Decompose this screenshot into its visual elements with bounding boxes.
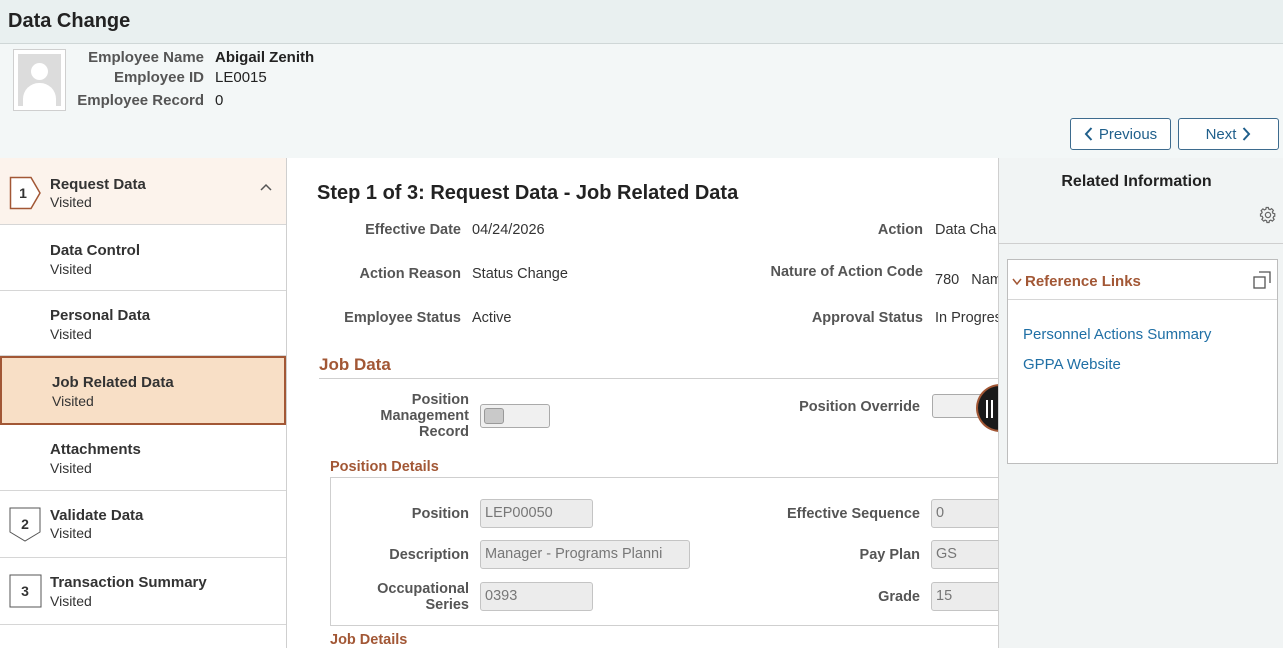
position-override-label: Position Override (799, 399, 920, 415)
nav-item-label: Attachments (50, 441, 141, 458)
reference-links-title: Reference Links (1025, 273, 1141, 290)
effective-date-value: 04/24/2026 (472, 222, 545, 238)
nature-of-action-code-label: Nature of Action Code (770, 264, 923, 280)
action-label: Action (877, 222, 923, 238)
grade-label: Grade (878, 589, 920, 605)
position-management-record-toggle[interactable] (480, 404, 550, 428)
nav-item-job-related-data[interactable]: Job Related Data Visited (0, 356, 286, 425)
gear-icon[interactable] (1259, 206, 1277, 224)
description-label: Description (389, 547, 469, 563)
previous-button[interactable]: Previous (1070, 118, 1171, 150)
expand-icon[interactable] (1253, 271, 1271, 289)
chevron-up-icon[interactable] (260, 183, 272, 191)
related-information-panel: Related Information Reference Links Pers… (998, 158, 1283, 648)
approval-status-label: Approval Status (811, 310, 923, 326)
nav-item-label: Personal Data (50, 307, 151, 324)
employee-record: 0 (215, 92, 224, 109)
nav-item-personal-data[interactable]: Personal Data Visited (0, 291, 286, 356)
main-content: Step 1 of 3: Request Data - Job Related … (287, 158, 999, 648)
nav-item-status: Visited (52, 393, 94, 409)
description-field[interactable]: Manager - Programs Planni (480, 540, 690, 569)
pay-plan-label: Pay Plan (859, 547, 920, 563)
svg-text:1: 1 (19, 185, 27, 201)
title-bar: Data Change (0, 0, 1283, 44)
employee-status-label: Employee Status (344, 310, 461, 326)
section-divider (319, 378, 999, 379)
related-information-title: Related Information (1061, 173, 1212, 190)
effective-sequence-field[interactable]: 0 (931, 499, 999, 528)
employee-name-label: Employee Name (88, 49, 204, 66)
gppa-website-link[interactable]: GPPA Website (1023, 356, 1121, 373)
nav-item-label: Job Related Data (52, 374, 174, 391)
nav-item-attachments[interactable]: Attachments Visited (0, 425, 286, 491)
occupational-series-label: Occupational Series (377, 581, 469, 613)
step-3-badge: 3 (9, 574, 42, 608)
step-navigation: 1 Request Data Visited Data Control Visi… (0, 158, 287, 648)
nav-item-status: Visited (50, 261, 92, 277)
next-label: Next (1205, 125, 1237, 143)
reference-links-card: Reference Links Personnel Actions Summar… (1007, 259, 1278, 464)
nav-step-label: Validate Data (50, 507, 144, 524)
employee-header: Employee Name Abigail Zenith Employee ID… (0, 44, 1283, 158)
effective-sequence-label: Effective Sequence (787, 506, 920, 522)
action-reason-label: Action Reason (359, 266, 461, 282)
effective-date-label: Effective Date (365, 222, 461, 238)
position-field[interactable]: LEP00050 (480, 499, 593, 528)
action-value: Data Cha (935, 222, 997, 238)
step-1-badge: 1 (9, 176, 41, 210)
panel-divider (999, 243, 1283, 244)
chevron-down-icon[interactable] (1012, 278, 1022, 285)
chevron-right-icon (1243, 127, 1251, 141)
grade-field[interactable]: 15 (931, 582, 999, 611)
approval-status-value: In Progres (935, 310, 999, 326)
chevron-left-icon (1084, 127, 1093, 141)
nav-item-data-control[interactable]: Data Control Visited (0, 225, 286, 291)
nav-item-label: Data Control (50, 242, 140, 259)
reference-links-header[interactable]: Reference Links (1008, 260, 1277, 300)
nav-item-status: Visited (50, 460, 92, 476)
employee-id-label: Employee ID (113, 69, 204, 86)
action-reason-value: Status Change (472, 266, 568, 282)
employee-name: Abigail Zenith (215, 49, 315, 66)
previous-label: Previous (1098, 125, 1158, 143)
nav-step-status: Visited (50, 525, 92, 541)
pay-plan-field[interactable]: GS (931, 540, 999, 569)
occupational-series-field[interactable]: 0393 (480, 582, 593, 611)
job-data-heading: Job Data (319, 355, 391, 374)
svg-text:2: 2 (21, 516, 29, 532)
nav-step-request-data[interactable]: 1 Request Data Visited (0, 158, 286, 225)
nav-step-status: Visited (50, 194, 92, 210)
employee-id: LE0015 (215, 69, 267, 86)
nav-step-label: Request Data (50, 176, 146, 193)
position-details-heading: Position Details (330, 459, 439, 475)
employee-status-value: Active (472, 310, 512, 326)
nav-step-transaction-summary[interactable]: 3 Transaction Summary Visited (0, 558, 286, 625)
nav-step-label: Transaction Summary (50, 574, 207, 591)
next-button[interactable]: Next (1178, 118, 1279, 150)
nature-of-action-code-value: 780 Nam (935, 272, 999, 288)
nav-step-status: Visited (50, 593, 92, 609)
job-details-heading: Job Details (330, 632, 408, 648)
nav-item-status: Visited (50, 326, 92, 342)
employee-record-label: Employee Record (77, 92, 204, 109)
page-title: Data Change (8, 10, 131, 32)
personnel-actions-summary-link[interactable]: Personnel Actions Summary (1023, 326, 1211, 343)
svg-text:3: 3 (21, 583, 29, 599)
step-title: Step 1 of 3: Request Data - Job Related … (317, 182, 739, 204)
position-management-record-label: Position Management Record (380, 392, 469, 440)
position-details-box: Position LEP00050 Effective Sequence 0 D… (330, 477, 999, 626)
position-label: Position (411, 506, 469, 522)
step-2-badge: 2 (9, 507, 41, 542)
nav-step-validate-data[interactable]: 2 Validate Data Visited (0, 491, 286, 558)
